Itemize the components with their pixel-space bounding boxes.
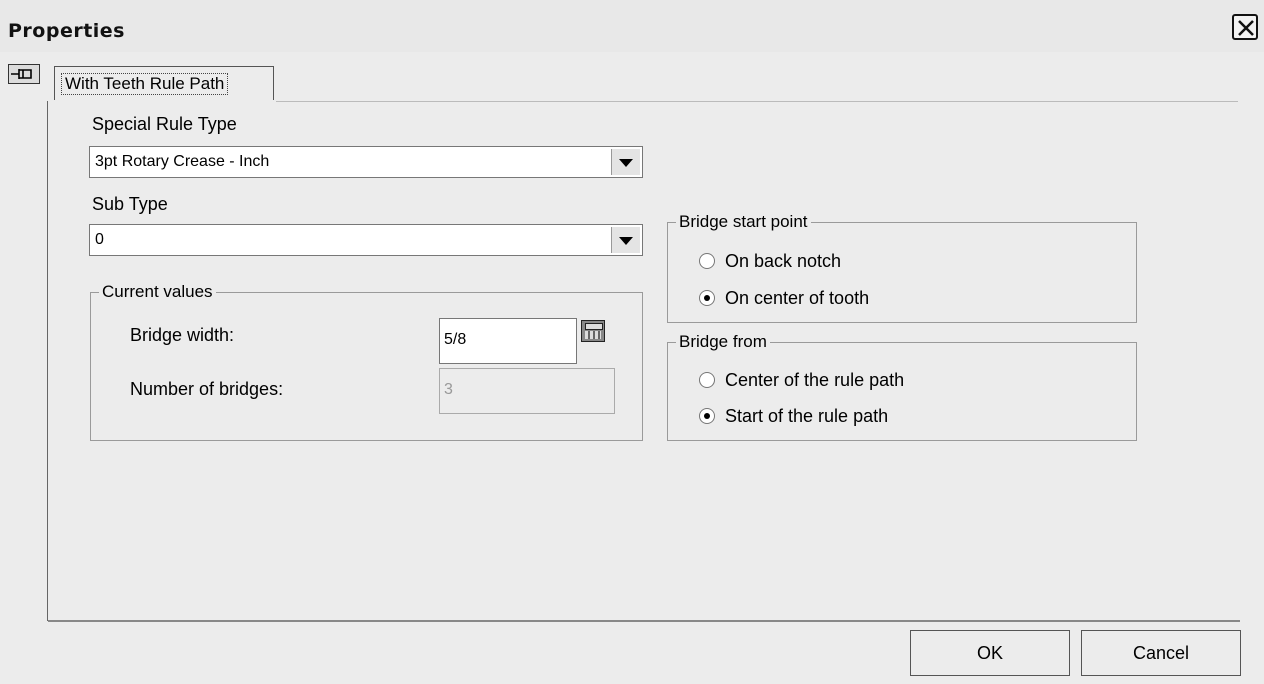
cancel-button[interactable]: Cancel <box>1081 630 1241 676</box>
bridge-from-title: Bridge from <box>676 332 770 352</box>
number-of-bridges-value: 3 <box>444 381 453 398</box>
pin-button[interactable] <box>8 64 40 84</box>
radio-label: Center of the rule path <box>725 370 905 390</box>
special-rule-type-label: Special Rule Type <box>92 114 237 134</box>
chevron-down-icon[interactable] <box>611 227 640 253</box>
current-values-title: Current values <box>99 282 216 302</box>
radio-label: On center of tooth <box>725 288 870 308</box>
current-values-group: Current values <box>90 282 643 441</box>
radio-icon[interactable] <box>699 372 715 388</box>
close-icon <box>1238 20 1254 36</box>
sub-type-select[interactable]: 0 <box>89 224 643 256</box>
special-rule-type-select[interactable]: 3pt Rotary Crease - Inch <box>89 146 643 178</box>
properties-dialog: Properties With Teeth Rule Path Special … <box>0 0 1264 684</box>
close-button[interactable] <box>1232 14 1258 40</box>
chevron-down-icon[interactable] <box>611 149 640 175</box>
panel-border-bottom <box>48 620 1240 622</box>
bridge-width-label: Bridge width: <box>130 325 235 345</box>
radio-selected-icon[interactable] <box>699 290 715 306</box>
radio-icon[interactable] <box>699 253 715 269</box>
sub-type-label: Sub Type <box>92 194 168 214</box>
window-title: Properties <box>8 20 125 42</box>
sub-type-value: 0 <box>95 231 104 248</box>
calculator-icon[interactable] <box>581 320 605 342</box>
radio-label: Start of the rule path <box>725 406 889 426</box>
ok-button-label: OK <box>976 643 1003 663</box>
bridge-start-point-title: Bridge start point <box>676 212 811 232</box>
bridge-width-value: 5/8 <box>444 331 467 348</box>
radio-selected-icon[interactable] <box>699 408 715 424</box>
panel-border-left <box>47 101 48 621</box>
radio-label: On back notch <box>725 251 842 271</box>
number-of-bridges-label: Number of bridges: <box>130 379 284 399</box>
number-of-bridges-input: 3 <box>439 368 615 414</box>
tab-with-teeth-rule-path[interactable]: With Teeth Rule Path <box>54 66 274 100</box>
cancel-button-label: Cancel <box>1132 643 1190 663</box>
tab-divider <box>276 101 1238 102</box>
pin-icon <box>11 69 32 79</box>
special-rule-type-value: 3pt Rotary Crease - Inch <box>95 153 270 170</box>
tab-label: With Teeth Rule Path <box>61 73 229 95</box>
bridge-width-input[interactable]: 5/8 <box>439 318 577 364</box>
title-bar[interactable]: Properties <box>0 0 1264 52</box>
ok-button[interactable]: OK <box>910 630 1070 676</box>
